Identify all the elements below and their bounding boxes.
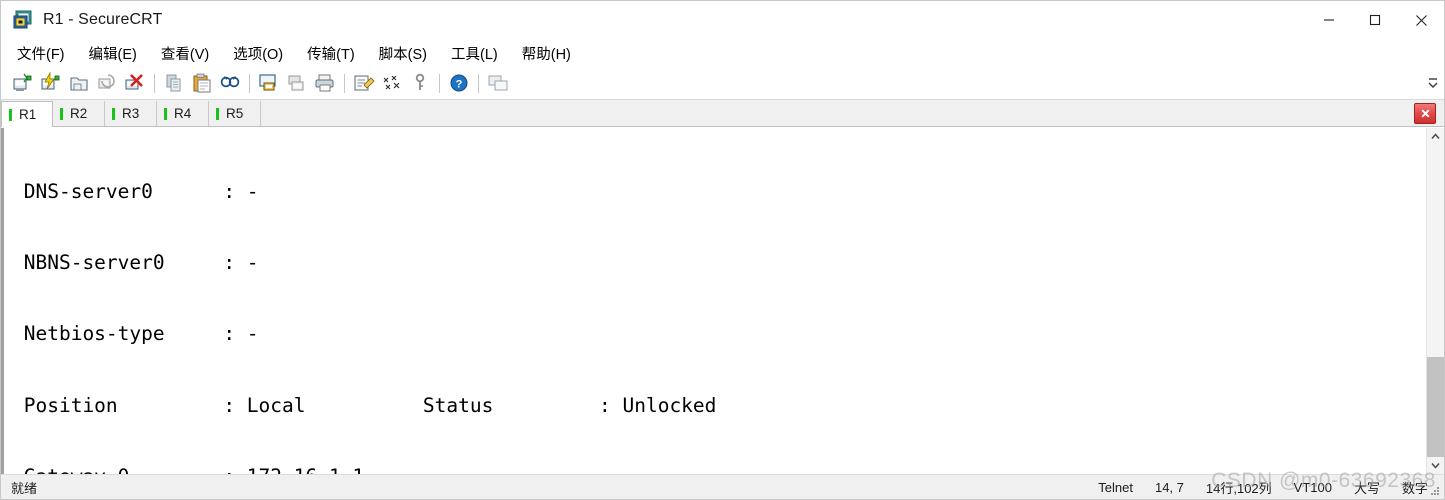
- status-num-lock: 数字: [1401, 480, 1428, 496]
- menu-transfer[interactable]: 传输(T): [305, 41, 357, 66]
- status-ready-text: 就绪: [11, 480, 38, 496]
- status-cursor-position: 14, 7: [1154, 479, 1184, 495]
- status-bar: 就绪 Telnet 14, 7 14行,102列 VT100 大写 数字: [1, 474, 1444, 499]
- terminal-line: Gateway-0 : 172.16.1.1: [12, 465, 1426, 474]
- toolbar: ?: [1, 67, 1444, 100]
- tab-status-indicator-icon: [164, 107, 167, 120]
- tab-r4[interactable]: R4: [157, 101, 209, 126]
- toolbar-separator: [249, 73, 250, 93]
- window-title: R1 - SecureCRT: [43, 11, 163, 28]
- minimize-button[interactable]: [1306, 1, 1352, 39]
- tab-label: R2: [70, 106, 88, 121]
- copy-icon[interactable]: [161, 70, 187, 96]
- paste-icon[interactable]: [189, 70, 215, 96]
- tab-status-indicator-icon: [60, 107, 63, 120]
- scrollbar-thumb[interactable]: [1427, 357, 1444, 457]
- menu-script[interactable]: 脚本(S): [377, 41, 429, 66]
- menu-options[interactable]: 选项(O): [231, 41, 285, 66]
- tab-status-indicator-icon: [9, 108, 12, 121]
- log-session-icon[interactable]: [284, 70, 310, 96]
- tab-r1[interactable]: R1: [1, 101, 53, 127]
- new-session-icon[interactable]: [10, 70, 36, 96]
- tab-r3[interactable]: R3: [105, 101, 157, 126]
- scroll-up-arrow-icon[interactable]: [1427, 128, 1444, 145]
- quick-connect-icon[interactable]: [38, 70, 64, 96]
- close-button[interactable]: [1398, 1, 1444, 39]
- connect-in-tab-icon[interactable]: [66, 70, 92, 96]
- status-caps-lock: 大写: [1353, 480, 1380, 496]
- close-tab-icon[interactable]: [1414, 103, 1436, 124]
- tab-label: R4: [174, 106, 192, 121]
- toolbar-separator: [439, 73, 440, 93]
- svg-text:?: ?: [456, 79, 463, 91]
- tab-r5[interactable]: R5: [209, 101, 261, 126]
- help-icon[interactable]: ?: [446, 70, 472, 96]
- terminal-vertical-scrollbar[interactable]: [1426, 128, 1444, 474]
- terminal-line: Position : Local Status : Unlocked: [12, 393, 717, 417]
- toolbar-overflow-chevron-icon[interactable]: [1426, 70, 1440, 96]
- disconnect-icon[interactable]: [122, 70, 148, 96]
- tab-status-indicator-icon: [112, 107, 115, 120]
- terminal-line: NBNS-server0 : -: [12, 250, 259, 274]
- status-emulation: VT100: [1293, 479, 1332, 495]
- menu-file[interactable]: 文件(F): [15, 41, 67, 66]
- print-icon[interactable]: [312, 70, 338, 96]
- title-bar: R1 - SecureCRT: [1, 1, 1444, 39]
- toolbar-separator: [478, 73, 479, 93]
- scroll-down-arrow-icon[interactable]: [1427, 457, 1444, 474]
- status-screen-dimensions: 14行,102列: [1205, 480, 1272, 496]
- menu-tools[interactable]: 工具(L): [449, 41, 500, 66]
- print-screen-icon[interactable]: [256, 70, 282, 96]
- session-tab-bar: R1 R2 R3 R4 R5: [1, 100, 1444, 127]
- terminal-area: DNS-server0 : - NBNS-server0 : - Netbios…: [1, 127, 1444, 474]
- menu-bar: 文件(F) 编辑(E) 查看(V) 选项(O) 传输(T) 脚本(S) 工具(L…: [1, 39, 1444, 67]
- status-right-group: Telnet 14, 7 14行,102列 VT100 大写 数字: [1076, 478, 1428, 497]
- tab-label: R1: [19, 107, 37, 122]
- menu-view[interactable]: 查看(V): [159, 41, 211, 66]
- window-controls: [1306, 1, 1444, 39]
- terminal-output[interactable]: DNS-server0 : - NBNS-server0 : - Netbios…: [4, 128, 1426, 474]
- find-icon[interactable]: [217, 70, 243, 96]
- global-options-icon[interactable]: [379, 70, 405, 96]
- menu-help[interactable]: 帮助(H): [520, 41, 573, 66]
- status-protocol: Telnet: [1098, 479, 1133, 495]
- scrollbar-track[interactable]: [1427, 145, 1444, 457]
- terminal-line: Netbios-type : -: [12, 322, 259, 346]
- arrange-windows-icon[interactable]: [485, 70, 511, 96]
- toolbar-separator: [154, 73, 155, 93]
- resize-grip-icon[interactable]: [1429, 485, 1441, 497]
- key-icon[interactable]: [407, 70, 433, 96]
- reconnect-icon[interactable]: [94, 70, 120, 96]
- session-options-icon[interactable]: [351, 70, 377, 96]
- maximize-button[interactable]: [1352, 1, 1398, 39]
- terminal-line: DNS-server0 : -: [12, 179, 259, 203]
- tab-label: R5: [226, 106, 244, 121]
- tab-status-indicator-icon: [216, 107, 219, 120]
- tab-r2[interactable]: R2: [53, 101, 105, 126]
- menu-edit[interactable]: 编辑(E): [87, 41, 139, 66]
- tab-label: R3: [122, 106, 140, 121]
- securecrt-window: R1 - SecureCRT 文件(F) 编辑(E) 查看(V) 选项(O) 传…: [0, 0, 1445, 500]
- toolbar-separator: [344, 73, 345, 93]
- securecrt-app-icon: [13, 10, 33, 30]
